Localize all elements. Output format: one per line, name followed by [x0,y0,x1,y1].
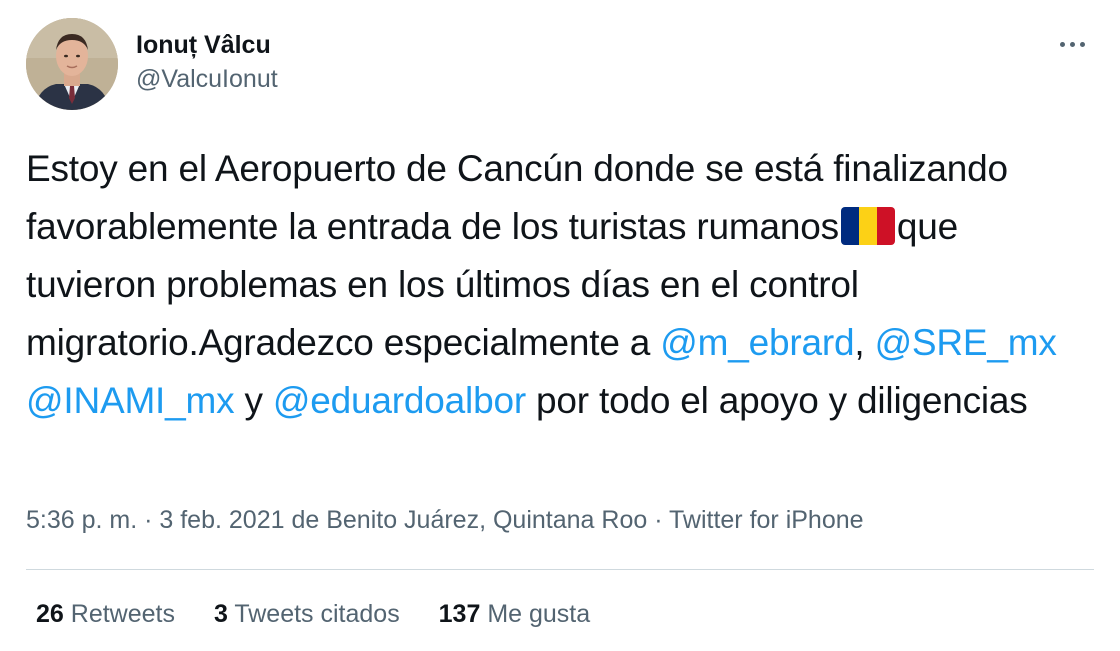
quotes-count: 3 [213,600,228,628]
likes-count: 137 [438,600,481,628]
author-display-name[interactable]: Ionuț Vâlcu [136,30,278,60]
tweet-meta: 5:36 p. m. · 3 feb. 2021 de Benito Juáre… [26,506,864,535]
retweets-label: Retweets [70,600,175,628]
tweet-card: Ionuț Vâlcu @ValcuIonut Estoy en el Aero… [0,0,1120,651]
tweet-date-link[interactable]: 3 feb. 2021 [159,506,284,534]
retweets-count: 26 [36,600,64,628]
quotes-label: Tweets citados [234,600,400,628]
avatar[interactable] [26,18,118,110]
more-dot-icon [1059,41,1065,47]
tweet-stats: 26 Retweets 3 Tweets citados 137 Me gust… [36,600,622,629]
mention-link[interactable]: @INAMI_mx [26,380,235,421]
avatar-image [26,18,118,110]
more-options-button[interactable] [1052,32,1092,56]
tweet-text-part: y [234,380,273,421]
more-dot-icon [1069,41,1075,47]
tweet-text-part: , [854,322,875,363]
retweets-stat[interactable]: 26 Retweets [36,600,175,628]
mention-link[interactable]: @m_ebrard [660,322,854,363]
divider [26,569,1094,570]
author-handle[interactable]: @ValcuIonut [136,64,278,94]
mention-link[interactable]: @eduardoalbor [273,380,526,421]
tweet-source-link[interactable]: Twitter for iPhone [669,506,864,534]
more-dot-icon [1079,41,1085,47]
likes-stat[interactable]: 137 Me gusta [439,600,591,628]
tweet-location-link[interactable]: de Benito Juárez, Quintana Roo [285,506,647,534]
mention-link[interactable]: @SRE_mx [875,322,1057,363]
tweet-text-part: por todo el apoyo y diligencias [525,380,1028,421]
likes-label: Me gusta [487,600,591,628]
meta-separator: · [137,506,160,534]
romania-flag-icon [840,207,895,245]
tweet-text: Estoy en el Aeropuerto de Cancún donde s… [26,140,1096,430]
author-info: Ionuț Vâlcu @ValcuIonut [136,30,278,94]
meta-separator: · [647,506,670,534]
tweet-time-link[interactable]: 5:36 p. m. [26,506,137,534]
quote-tweets-stat[interactable]: 3 Tweets citados [214,600,400,628]
